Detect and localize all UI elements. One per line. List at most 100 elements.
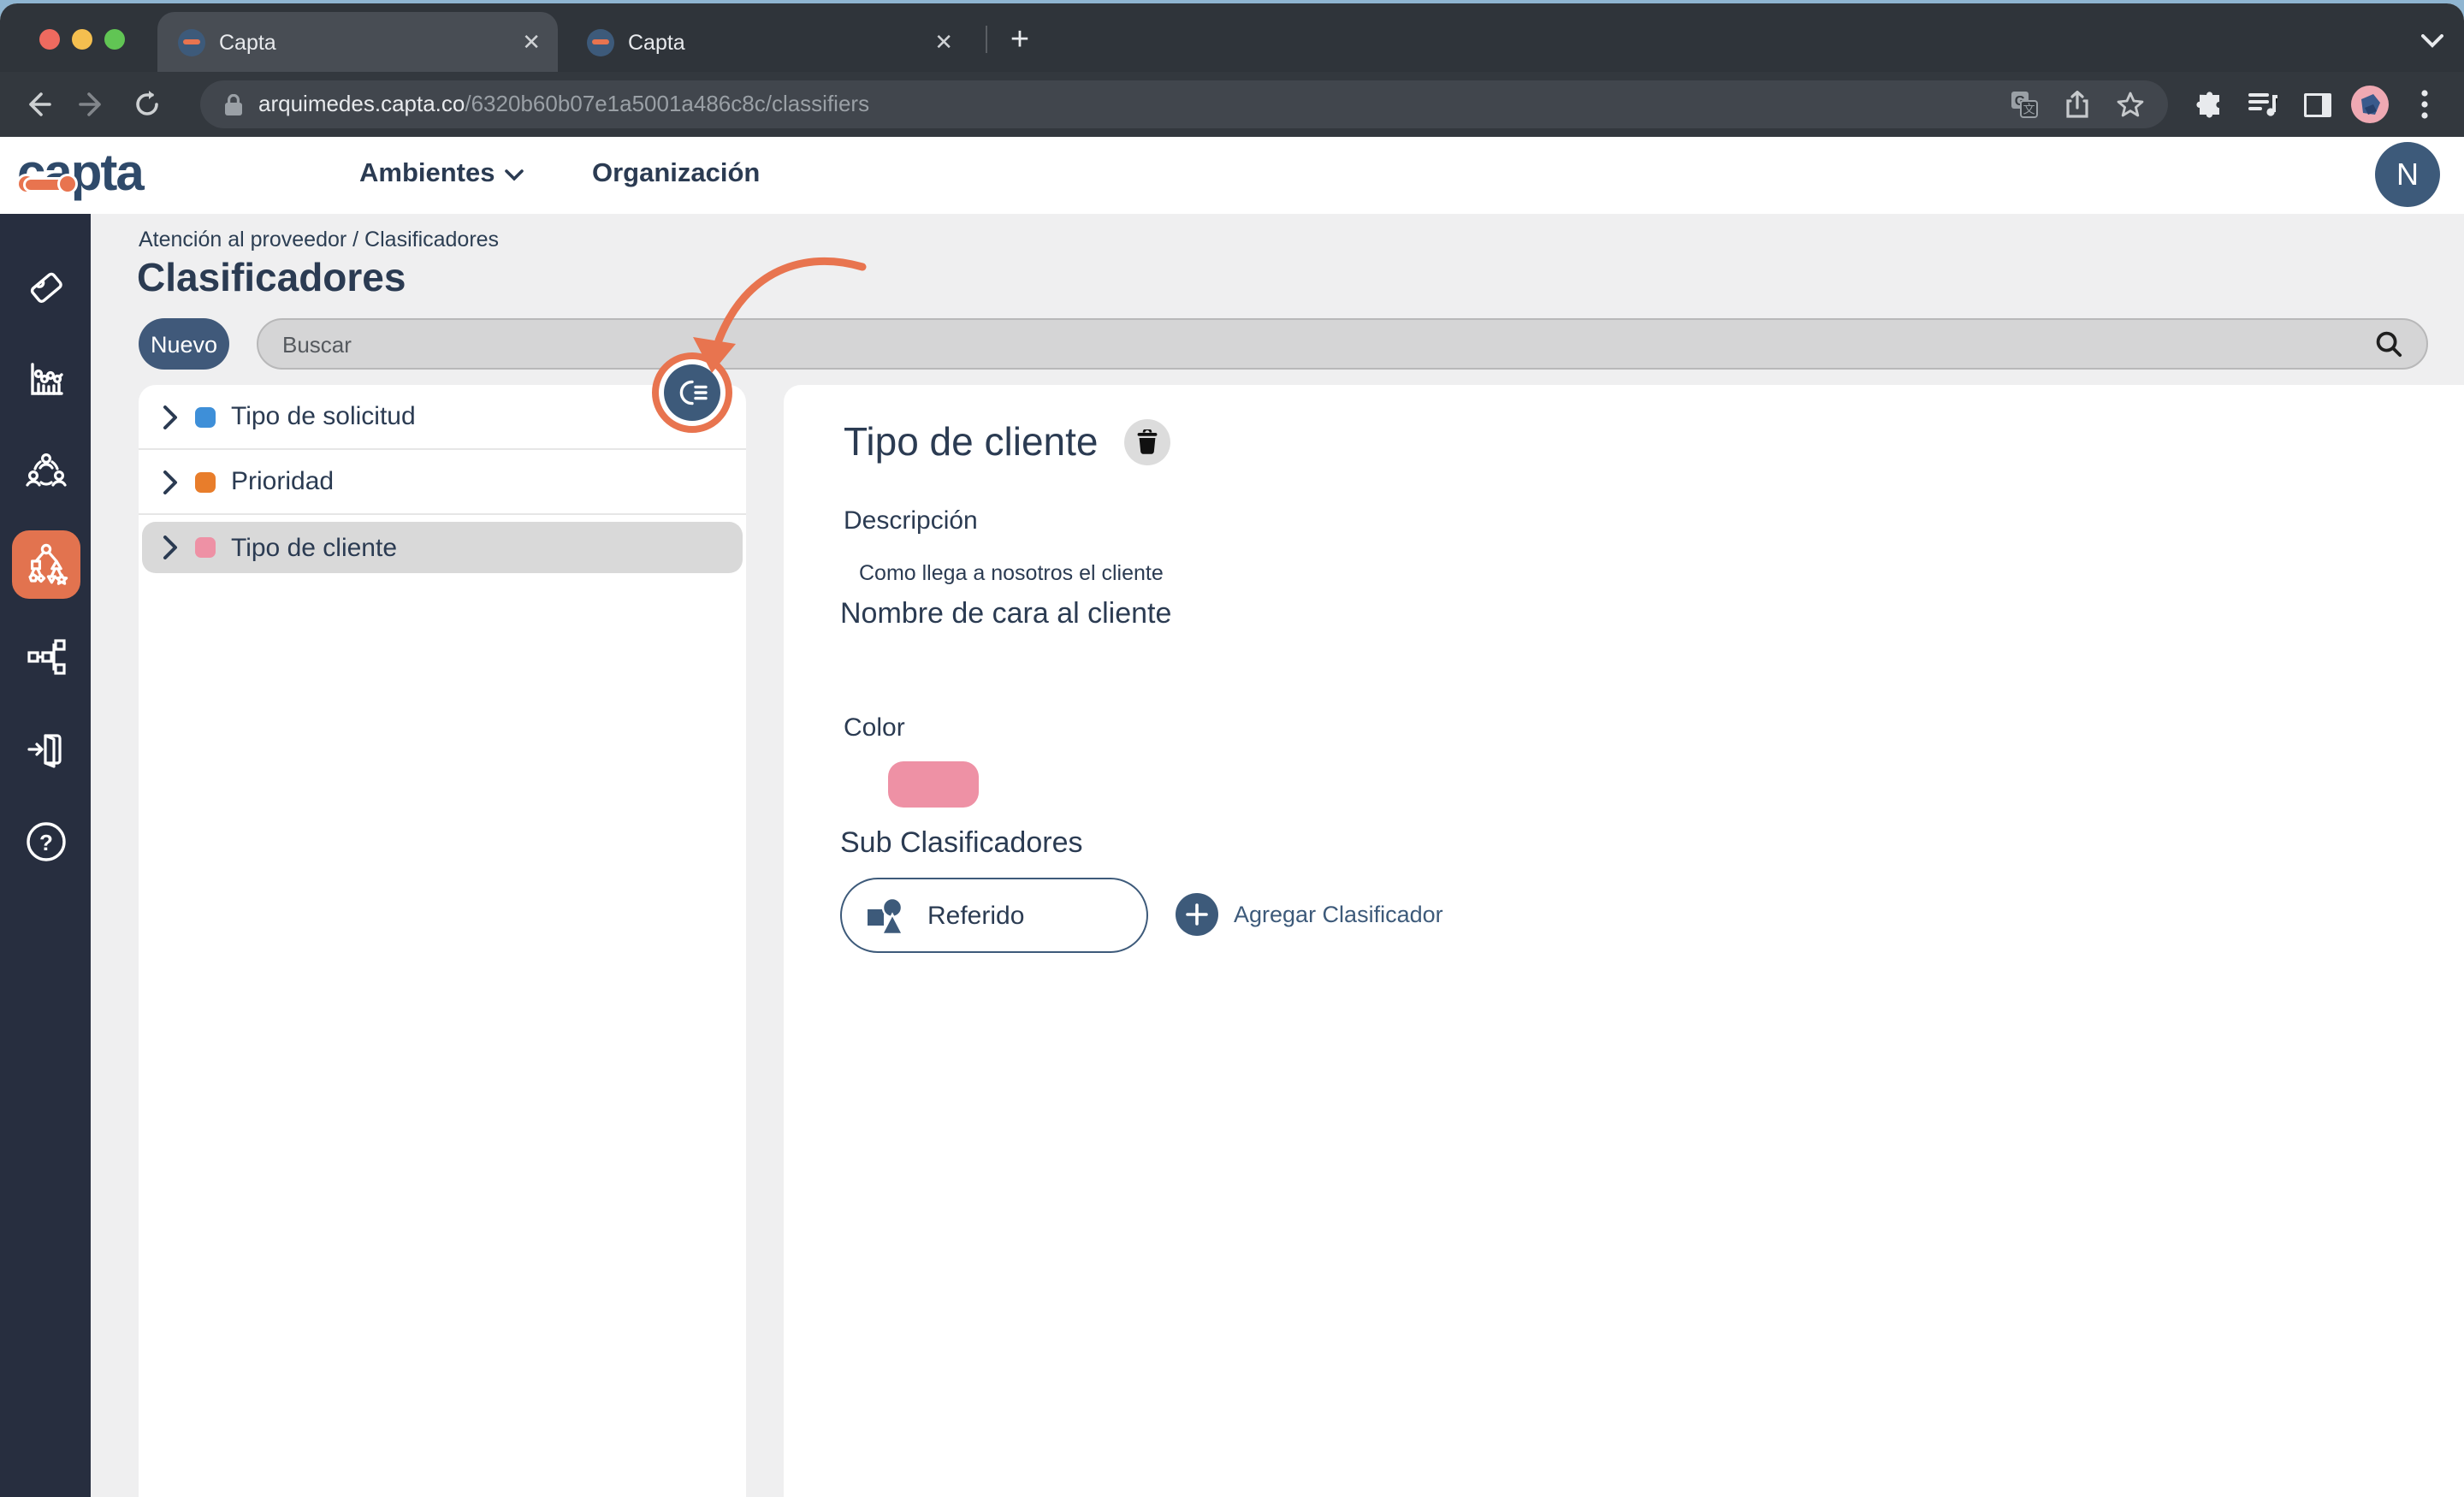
chevron-right-icon[interactable] [163, 470, 180, 494]
classifier-color-swatch [195, 471, 216, 492]
share-icon[interactable] [2065, 91, 2089, 118]
add-classifier-label: Agregar Clasificador [1234, 902, 1443, 927]
sidebar-item-tickets[interactable] [11, 253, 80, 322]
browser-toolbar: arquimedes.capta.co/6320b60b07e1a5001a48… [0, 72, 2464, 137]
logout-door-icon [23, 727, 68, 772]
tree-item-label: Tipo de cliente [231, 533, 397, 562]
sub-classifier-referido[interactable]: Referido [840, 878, 1148, 953]
url-domain: arquimedes.capta.co [258, 91, 465, 116]
search-input[interactable] [258, 331, 2375, 357]
close-window-button[interactable] [39, 29, 60, 50]
capta-logo-text: capta [17, 145, 143, 202]
collapse-list-icon [676, 378, 708, 407]
screenshot-root: Capta ✕ Capta ✕ + [0, 0, 2464, 1497]
tab-close-icon[interactable]: ✕ [934, 31, 953, 53]
extensions-puzzle-icon[interactable] [2192, 87, 2226, 121]
tab-title: Capta [219, 30, 522, 54]
url-text: arquimedes.capta.co/6320b60b07e1a5001a48… [258, 89, 869, 120]
tree-item-label: Tipo de solicitud [231, 402, 416, 431]
new-classifier-button[interactable]: Nuevo [139, 318, 229, 370]
client-name-label: Nombre de cara al cliente [840, 597, 1171, 631]
delete-classifier-button[interactable] [1124, 419, 1170, 465]
plus-icon [1176, 893, 1218, 936]
tab-title: Capta [628, 30, 934, 54]
tree-item-label: Prioridad [231, 467, 334, 496]
nav-organizacion-label: Organización [592, 159, 760, 190]
svg-text:文: 文 [2023, 103, 2035, 116]
classifier-tree-panel: Tipo de solicitud Prioridad [139, 385, 746, 1497]
sidebar-item-logout[interactable] [11, 715, 80, 784]
search-icon[interactable] [2375, 330, 2402, 358]
tab-capta-inactive[interactable]: Capta ✕ [573, 12, 970, 72]
sidebar-item-classifiers[interactable] [11, 530, 80, 599]
profile-avatar[interactable] [2351, 86, 2389, 123]
zoom-window-button[interactable] [104, 29, 125, 50]
ticket-icon [23, 265, 68, 310]
capta-favicon [178, 28, 205, 56]
add-classifier-button[interactable]: Agregar Clasificador [1176, 893, 1443, 936]
tab-close-icon[interactable]: ✕ [522, 31, 541, 53]
app-content: ? Atención al proveedor / Clasificadores… [0, 214, 2464, 1497]
url-path: /6320b60b07e1a5001a486c8c/classifiers [465, 91, 869, 116]
address-bar[interactable]: arquimedes.capta.co/6320b60b07e1a5001a48… [200, 80, 2168, 128]
translate-icon[interactable]: G文 [2011, 91, 2038, 118]
svg-text:?: ? [38, 830, 52, 855]
tab-divider [986, 26, 987, 53]
collapse-tree-button[interactable] [664, 364, 720, 421]
classifiers-page: Atención al proveedor / Clasificadores C… [91, 214, 2464, 1497]
side-panel-icon[interactable] [2300, 87, 2334, 121]
classifier-color-swatch [195, 406, 216, 427]
back-icon[interactable] [21, 87, 55, 121]
nav-organizacion[interactable]: Organización [592, 159, 760, 190]
sub-classifier-label: Referido [927, 901, 1024, 930]
icon-sidebar: ? [0, 214, 91, 1497]
page-title: Clasificadores [137, 255, 406, 301]
sidebar-item-analytics[interactable] [11, 346, 80, 414]
nav-ambientes-label: Ambientes [359, 159, 495, 190]
chevron-down-icon [506, 169, 524, 180]
breadcrumb: Atención al proveedor / Clasificadores [139, 228, 499, 251]
lock-icon [224, 93, 243, 115]
annotation-highlight-ring [652, 352, 732, 433]
tree-item-tipo-de-cliente[interactable]: Tipo de cliente [139, 515, 746, 580]
user-avatar[interactable]: N [2375, 142, 2440, 207]
forward-icon[interactable] [75, 87, 110, 121]
sidebar-item-team[interactable] [11, 438, 80, 506]
media-playlist-icon[interactable] [2245, 87, 2283, 121]
nav-ambientes[interactable]: Ambientes [359, 159, 524, 190]
chevron-right-icon[interactable] [163, 535, 180, 559]
bookmark-star-icon[interactable] [2117, 91, 2144, 118]
sub-classifiers-label: Sub Clasificadores [840, 826, 1083, 861]
capta-logo-knob-right [60, 176, 75, 192]
classifier-tree-icon [21, 541, 69, 589]
shapes-icon [866, 894, 909, 937]
color-value-swatch[interactable] [888, 761, 979, 808]
new-tab-button[interactable]: + [1001, 24, 1039, 58]
sidebar-item-flowchart[interactable] [11, 623, 80, 691]
classifier-detail-panel: Tipo de cliente Descripción Como llega a… [784, 385, 2464, 1497]
tab-strip: Capta ✕ Capta ✕ + [0, 3, 2464, 72]
description-value[interactable]: Como llega a nosotros el cliente [859, 561, 1164, 585]
help-icon: ? [21, 818, 69, 866]
reload-icon[interactable] [130, 87, 164, 121]
flowchart-icon [23, 635, 68, 679]
minimize-window-button[interactable] [72, 29, 92, 50]
classifier-color-swatch [195, 537, 216, 558]
description-label: Descripción [844, 506, 978, 535]
browser-menu-dots-icon[interactable] [2413, 86, 2437, 123]
tree-item-selected-highlight[interactable]: Tipo de cliente [142, 522, 743, 573]
chevron-right-icon[interactable] [163, 405, 180, 429]
app-header: capta Ambientes Organización N [0, 137, 2464, 214]
search-bar[interactable] [257, 318, 2428, 370]
capta-logo[interactable]: capta [17, 145, 143, 204]
browser-window: Capta ✕ Capta ✕ + [0, 3, 2464, 1497]
tab-capta-active[interactable]: Capta ✕ [157, 12, 558, 72]
trash-icon [1136, 429, 1158, 455]
analytics-icon [23, 358, 68, 402]
team-icon [23, 450, 68, 494]
capta-favicon [587, 28, 614, 56]
tab-search-chevron-icon[interactable] [2414, 26, 2449, 56]
tree-item-prioridad[interactable]: Prioridad [139, 450, 746, 515]
color-label: Color [844, 713, 905, 743]
sidebar-item-help[interactable]: ? [11, 808, 80, 876]
